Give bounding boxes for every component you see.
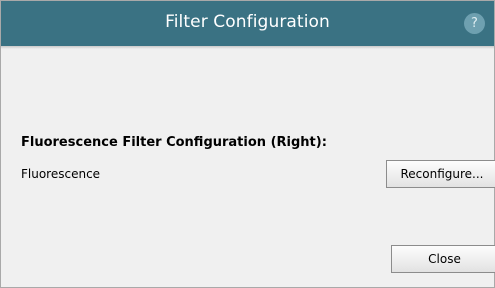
reconfigure-button[interactable]: Reconfigure... bbox=[386, 160, 495, 188]
filter-configuration-dialog: Filter Configuration ? Fluorescence Filt… bbox=[0, 0, 495, 288]
filter-section-heading: Fluorescence Filter Configuration (Right… bbox=[21, 135, 327, 150]
close-button[interactable]: Close bbox=[391, 245, 495, 273]
dialog-title: Filter Configuration bbox=[165, 12, 330, 32]
dialog-titlebar: Filter Configuration ? bbox=[1, 1, 494, 46]
titlebar-divider bbox=[1, 46, 494, 49]
help-icon[interactable]: ? bbox=[464, 13, 485, 34]
fluorescence-label: Fluorescence bbox=[21, 167, 101, 181]
